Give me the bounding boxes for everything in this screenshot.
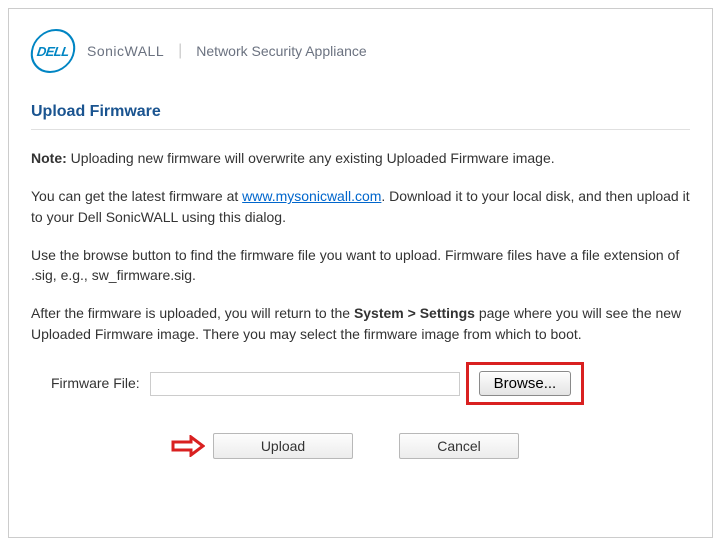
- dell-logo-icon: DELL: [28, 29, 78, 73]
- para4-bold: System > Settings: [354, 305, 475, 321]
- title-divider: [31, 129, 690, 130]
- note-label: Note:: [31, 150, 67, 166]
- mysonicwall-link[interactable]: www.mysonicwall.com: [242, 188, 381, 204]
- arrow-icon: [171, 435, 205, 457]
- content-area: Note: Uploading new firmware will overwr…: [31, 148, 690, 459]
- page-title: Upload Firmware: [31, 103, 690, 121]
- browse-button[interactable]: Browse...: [479, 371, 572, 396]
- brand-text: SonicWALL: [87, 43, 164, 59]
- after-upload-paragraph: After the firmware is uploaded, you will…: [31, 303, 690, 344]
- header: DELL SonicWALL | Network Security Applia…: [31, 29, 690, 73]
- cancel-button[interactable]: Cancel: [399, 433, 519, 459]
- file-row: Firmware File: Browse...: [51, 362, 690, 405]
- appliance-text: Network Security Appliance: [196, 43, 366, 59]
- download-paragraph: You can get the latest firmware at www.m…: [31, 186, 690, 227]
- note-paragraph: Note: Uploading new firmware will overwr…: [31, 148, 690, 168]
- upload-button[interactable]: Upload: [213, 433, 353, 459]
- para4-pre: After the firmware is uploaded, you will…: [31, 305, 354, 321]
- brand-divider: |: [178, 42, 182, 60]
- firmware-file-label: Firmware File:: [51, 373, 140, 393]
- button-row: Upload Cancel: [171, 433, 690, 459]
- browse-instruction-paragraph: Use the browse button to find the firmwa…: [31, 245, 690, 286]
- para2-pre: You can get the latest firmware at: [31, 188, 242, 204]
- dell-logo-text: DELL: [36, 44, 70, 59]
- browse-highlight: Browse...: [466, 362, 585, 405]
- firmware-file-input[interactable]: [150, 372, 460, 396]
- dialog-container: DELL SonicWALL | Network Security Applia…: [8, 8, 713, 538]
- note-text: Uploading new firmware will overwrite an…: [67, 150, 555, 166]
